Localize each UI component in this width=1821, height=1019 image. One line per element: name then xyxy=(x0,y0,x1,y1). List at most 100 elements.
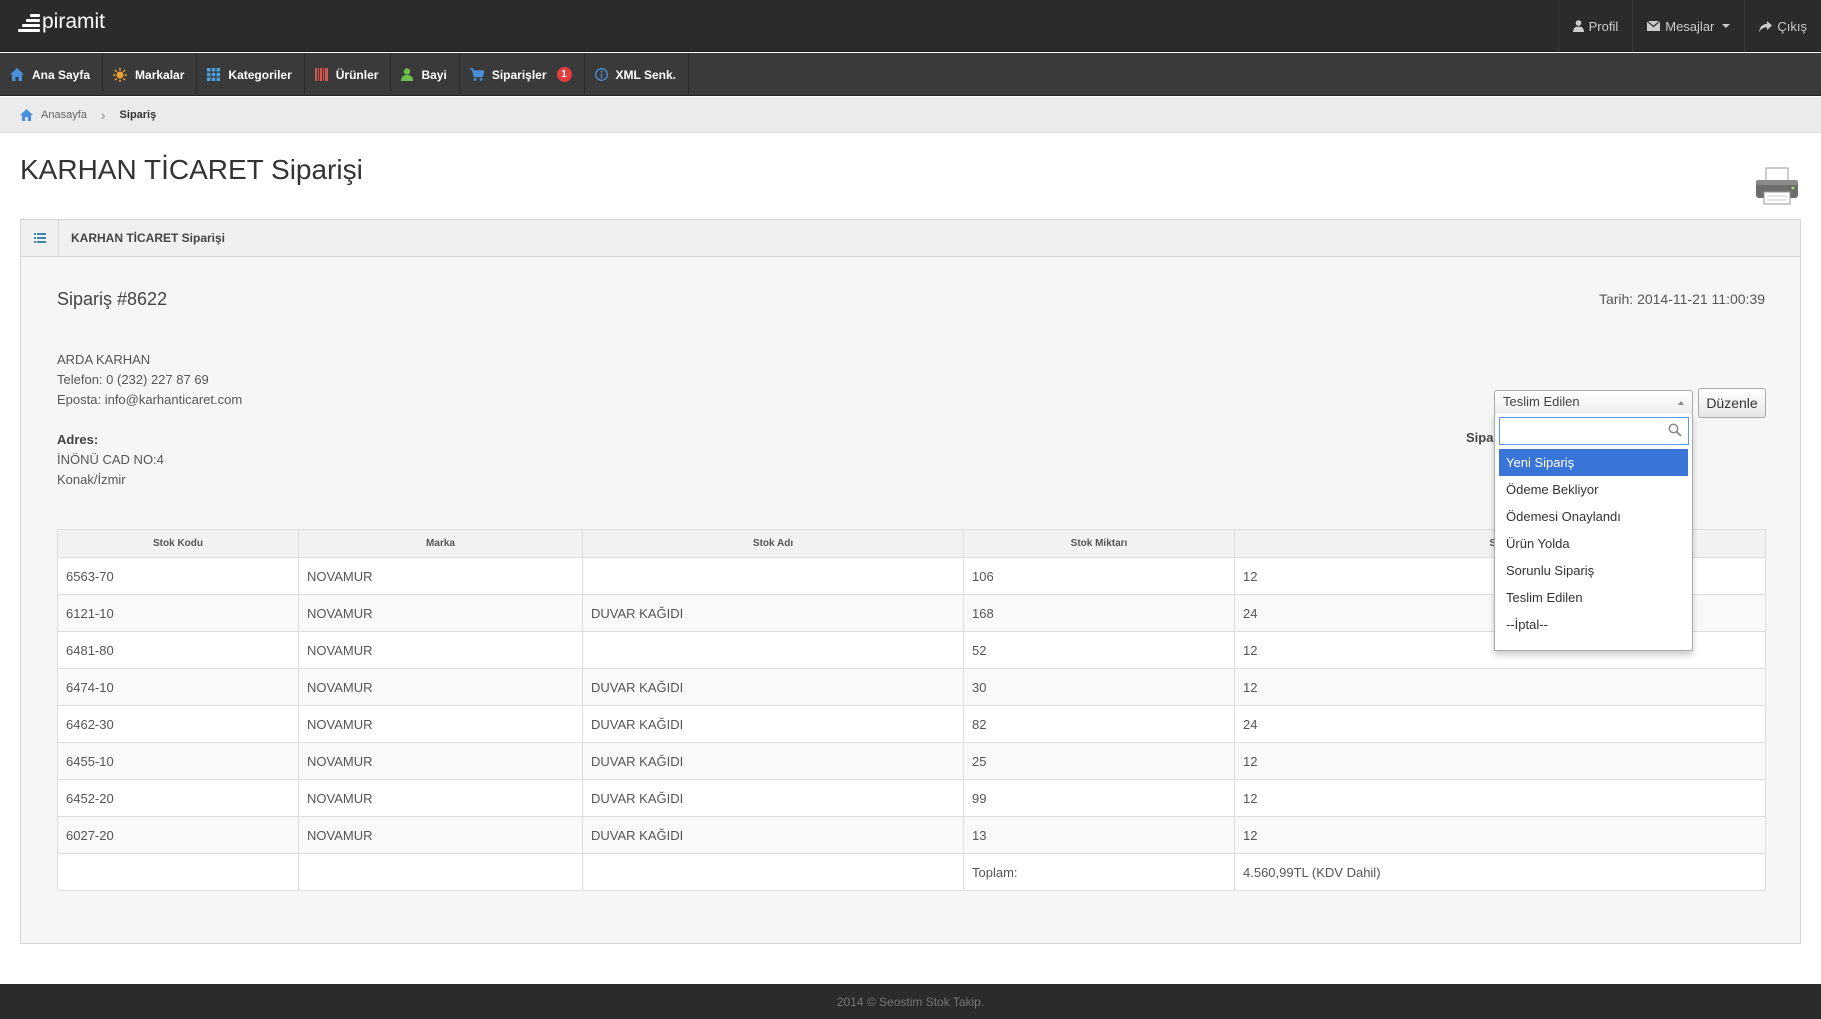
home-icon xyxy=(10,68,24,81)
address-line: İNÖNÜ CAD NO:4 xyxy=(57,452,164,467)
nav-item-brands[interactable]: Markalar xyxy=(103,53,198,96)
search-icon xyxy=(1668,423,1682,437)
brand-cell: NOVAMUR xyxy=(298,594,583,632)
nav-item-products[interactable]: Ürünler xyxy=(305,53,392,96)
stock-code-cell: 6474-10 xyxy=(57,668,299,706)
edit-button[interactable]: Düzenle xyxy=(1698,388,1766,418)
footer: 2014 © Seostim Stok Takip. xyxy=(0,984,1821,1019)
stock-name-cell: DUVAR KAĞIDI xyxy=(582,816,964,854)
chevron-up-icon xyxy=(1678,401,1684,405)
logout-label: Çıkış xyxy=(1777,18,1807,34)
brand-cell: NOVAMUR xyxy=(298,557,583,595)
status-dropdown: Yeni Sipariş Ödeme Bekliyor Ödemesi Onay… xyxy=(1494,413,1693,651)
chevron-down-icon xyxy=(1722,24,1731,28)
nav-item-xml-sync[interactable]: XML Senk. xyxy=(585,53,689,96)
table-row: 6455-10 NOVAMUR DUVAR KAĞIDI 25 12 xyxy=(57,742,1766,780)
nav-item-label: Kategoriler xyxy=(228,67,292,82)
stock-code-cell: 6452-20 xyxy=(57,779,299,817)
logo-icon xyxy=(16,12,40,32)
logout-link[interactable]: Çıkış xyxy=(1744,0,1821,52)
stock-qty-cell: 13 xyxy=(963,816,1235,854)
share-icon xyxy=(1759,20,1773,32)
messages-dropdown[interactable]: Mesajlar xyxy=(1632,0,1744,52)
stock-name-cell: DUVAR KAĞIDI xyxy=(582,594,964,632)
nav-item-categories[interactable]: Kategoriler xyxy=(197,53,305,96)
column-header: Marka xyxy=(298,529,583,558)
stock-code-cell: 6462-30 xyxy=(57,705,299,743)
main-nav: Ana Sayfa Markalar Kategoriler Ürünler B… xyxy=(0,53,1821,96)
stock-name-cell xyxy=(582,631,964,669)
status-option[interactable]: --İptal-- xyxy=(1499,611,1688,638)
brand-cell: NOVAMUR xyxy=(298,668,583,706)
nav-item-home[interactable]: Ana Sayfa xyxy=(0,53,104,96)
table-total-row: Toplam: 4.560,99TL (KDV Dahil) xyxy=(57,853,1766,891)
column-header: Stok Miktarı xyxy=(963,529,1235,558)
status-option[interactable]: Yeni Sipariş xyxy=(1499,449,1688,476)
stock-code-cell: 6027-20 xyxy=(57,816,299,854)
nav-item-orders[interactable]: Siparişler 1 xyxy=(460,53,585,96)
logo[interactable]: piramit xyxy=(16,10,105,34)
profile-link[interactable]: Profil xyxy=(1557,0,1633,52)
status-option[interactable]: Ürün Yolda xyxy=(1499,530,1688,557)
stock-code-cell: 6121-10 xyxy=(57,594,299,632)
order-number: Sipariş #8622 xyxy=(57,289,168,309)
status-label: Sipa xyxy=(1466,430,1494,445)
address-label: Adres: xyxy=(57,432,99,447)
stock-qty-cell: 82 xyxy=(963,705,1235,743)
panel-header: KARHAN TİCARET Siparişi xyxy=(21,219,1800,257)
order-qty-cell: 24 xyxy=(1234,705,1766,743)
status-search-input[interactable] xyxy=(1500,418,1660,444)
status-option[interactable]: Ödemesi Onaylandı xyxy=(1499,503,1688,530)
breadcrumb-home[interactable]: Anasayfa xyxy=(41,109,87,121)
column-header: Stok Adı xyxy=(582,529,964,558)
footer-text: 2014 © Seostim Stok Takip. xyxy=(836,994,985,1009)
customer-address: Adres: İNÖNÜ CAD NO:4 Konak/İzmir xyxy=(57,430,164,490)
barcode-icon xyxy=(314,68,328,81)
breadcrumb-current: Sipariş xyxy=(119,108,157,121)
total-label: Toplam: xyxy=(963,853,1235,891)
status-option[interactable]: Ödeme Bekliyor xyxy=(1499,476,1688,503)
status-option[interactable]: Sorunlu Sipariş xyxy=(1499,557,1688,584)
order-date: Tarih: 2014-11-21 11:00:39 xyxy=(1598,291,1765,307)
nav-item-dealer[interactable]: Bayi xyxy=(391,53,460,96)
chevron-right-icon: › xyxy=(100,106,106,123)
table-row: 6462-30 NOVAMUR DUVAR KAĞIDI 82 24 xyxy=(57,705,1766,743)
stock-name-cell: DUVAR KAĞIDI xyxy=(582,705,964,743)
brand-cell: NOVAMUR xyxy=(298,631,583,669)
stock-name-cell: DUVAR KAĞIDI xyxy=(582,779,964,817)
order-qty-cell: 12 xyxy=(1234,668,1766,706)
top-bar: piramit Profil Mesajlar Çıkış xyxy=(0,0,1821,52)
nav-item-label: XML Senk. xyxy=(615,67,676,82)
logo-text: piramit xyxy=(42,10,106,33)
stock-name-cell xyxy=(582,557,964,595)
user-icon xyxy=(1572,20,1584,32)
stock-name-cell: DUVAR KAĞIDI xyxy=(582,668,964,706)
total-value: 4.560,99TL (KDV Dahil) xyxy=(1234,853,1766,891)
order-qty-cell: 12 xyxy=(1234,742,1766,780)
sun-icon xyxy=(113,67,128,82)
nav-item-label: Markalar xyxy=(135,67,185,82)
order-qty-cell: 12 xyxy=(1234,816,1766,854)
brand-cell: NOVAMUR xyxy=(298,816,583,854)
profile-label: Profil xyxy=(1588,18,1619,34)
nav-item-label: Bayi xyxy=(421,67,447,82)
address-line: Konak/İzmir xyxy=(57,472,126,487)
table-row: 6452-20 NOVAMUR DUVAR KAĞIDI 99 12 xyxy=(57,779,1766,817)
info-icon xyxy=(594,68,608,81)
panel-title: KARHAN TİCARET Siparişi xyxy=(71,231,226,245)
brand-cell: NOVAMUR xyxy=(298,779,583,817)
printer-icon[interactable] xyxy=(1754,166,1800,206)
messages-label: Mesajlar xyxy=(1665,18,1715,34)
stock-qty-cell: 106 xyxy=(963,557,1235,595)
stock-qty-cell: 25 xyxy=(963,742,1235,780)
nav-item-label: Siparişler xyxy=(491,67,547,82)
status-search-wrapper xyxy=(1499,417,1689,445)
stock-qty-cell: 30 xyxy=(963,668,1235,706)
customer-info: ARDA KARHAN Telefon: 0 (232) 227 87 69 E… xyxy=(57,350,242,410)
status-select[interactable]: Teslim Edilen xyxy=(1494,390,1693,414)
status-option[interactable]: Teslim Edilen xyxy=(1499,584,1688,611)
nav-item-label: Ürünler xyxy=(335,67,379,82)
stock-qty-cell: 168 xyxy=(963,594,1235,632)
customer-email: Eposta: info@karhanticaret.com xyxy=(57,392,243,407)
breadcrumb: Anasayfa › Sipariş xyxy=(0,97,1821,133)
